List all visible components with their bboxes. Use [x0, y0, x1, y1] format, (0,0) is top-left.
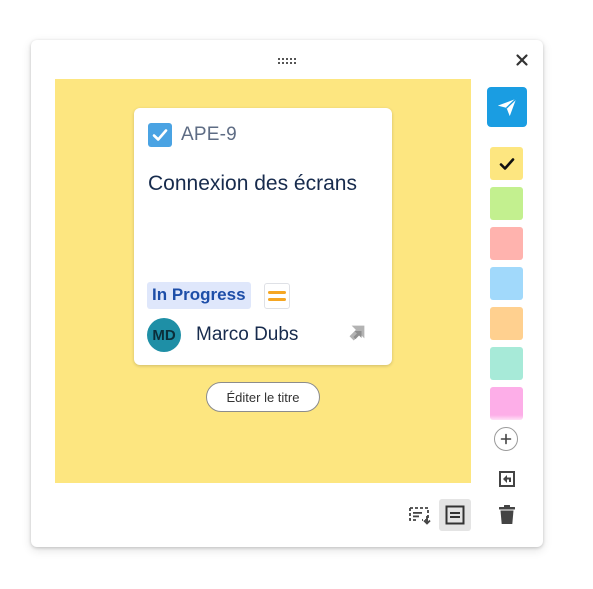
delete-button[interactable]	[496, 504, 518, 526]
return-to-board-button[interactable]	[496, 468, 518, 490]
check-icon	[499, 157, 514, 170]
color-swatch-red[interactable]	[490, 227, 523, 260]
trash-icon	[499, 505, 515, 524]
close-button[interactable]	[514, 52, 530, 68]
card-view-button[interactable]	[439, 499, 471, 531]
avatar: MD	[147, 318, 181, 352]
swatch-scroll-fade	[486, 415, 528, 423]
task-checkbox-icon	[148, 123, 172, 147]
assignee-row: MD Marco Dubs	[147, 318, 298, 352]
priority-medium-icon	[263, 282, 290, 309]
status-badge[interactable]: In Progress	[147, 282, 251, 309]
add-color-button[interactable]	[494, 427, 518, 451]
issue-key-row: APE-9	[148, 123, 237, 147]
sticky-note-area[interactable]: APE-9 Connexion des écrans In Progress M…	[55, 79, 471, 483]
insert-fields-button[interactable]	[407, 503, 433, 527]
status-row: In Progress	[147, 282, 290, 309]
issue-title: Connexion des écrans	[148, 172, 357, 195]
drag-handle-icon[interactable]	[277, 57, 297, 65]
issue-key[interactable]: APE-9	[181, 124, 237, 146]
color-swatch-orange[interactable]	[490, 307, 523, 340]
color-swatch-teal[interactable]	[490, 347, 523, 380]
edit-title-button[interactable]: Éditer le titre	[206, 382, 320, 412]
assignee-name: Marco Dubs	[196, 324, 299, 345]
send-button[interactable]	[487, 87, 527, 127]
color-swatch-yellow[interactable]	[490, 147, 523, 180]
insert-fields-icon	[409, 507, 431, 525]
plus-icon	[500, 433, 512, 445]
send-icon	[497, 98, 517, 117]
close-icon	[516, 54, 528, 66]
return-to-board-icon	[499, 471, 515, 487]
sticky-note-panel: APE-9 Connexion des écrans In Progress M…	[31, 40, 543, 547]
color-swatch-blue[interactable]	[490, 267, 523, 300]
color-swatch-green[interactable]	[490, 187, 523, 220]
card-view-icon	[445, 505, 465, 525]
issue-card[interactable]: APE-9 Connexion des écrans In Progress M…	[134, 108, 392, 365]
jira-icon	[349, 325, 365, 341]
